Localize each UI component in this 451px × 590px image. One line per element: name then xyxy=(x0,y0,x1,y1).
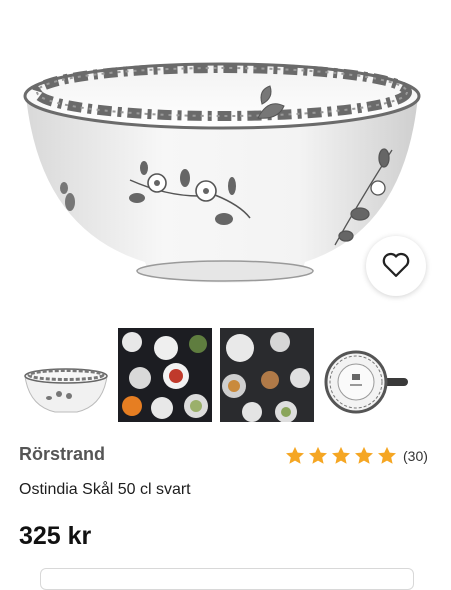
review-count: (30) xyxy=(403,448,428,464)
star-icon xyxy=(284,445,306,467)
product-name: Ostindia Skål 50 cl svart xyxy=(19,481,191,498)
rating[interactable]: (30) xyxy=(284,445,428,467)
brand-name[interactable]: Rörstrand xyxy=(19,444,105,465)
thumbnail-cup-bottom[interactable] xyxy=(320,328,414,422)
thumbnail-table-setting[interactable] xyxy=(118,328,212,422)
star-icon xyxy=(353,445,375,467)
star-icon xyxy=(307,445,329,467)
thumbnail-strip xyxy=(0,328,451,422)
product-price: 325 kr xyxy=(19,522,92,550)
star-icon xyxy=(376,445,398,467)
favorite-button[interactable] xyxy=(366,236,426,296)
heart-outline-icon xyxy=(381,250,411,283)
thumbnail-bowl[interactable] xyxy=(19,328,113,422)
star-icon xyxy=(330,445,352,467)
bottom-card[interactable] xyxy=(40,568,414,590)
thumbnail-dinner-table[interactable] xyxy=(220,328,314,422)
